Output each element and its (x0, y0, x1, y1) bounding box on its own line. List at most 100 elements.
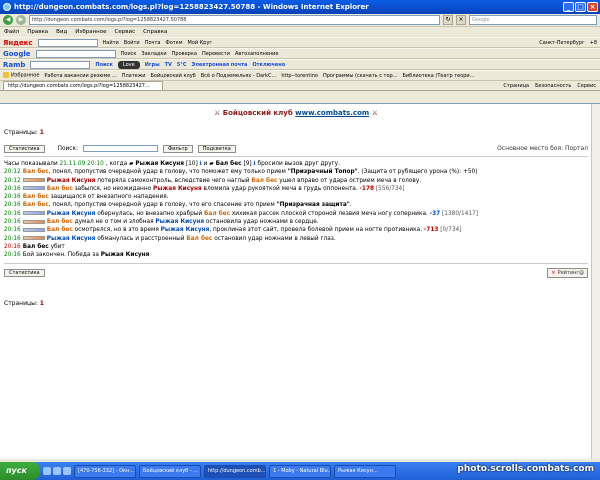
task-window-3[interactable]: http://dungeon.comb... (204, 464, 266, 478)
statistics-button[interactable]: Статистика (4, 144, 45, 153)
rambler-search-input[interactable] (30, 60, 91, 69)
log-line: 20:16 Бал бес, понял, пропустив очередной… (4, 202, 352, 209)
rambler-logo: Ramb (3, 60, 26, 69)
google-search-button[interactable]: Поиск (121, 51, 137, 57)
log-line: 20:16 Бал бес думал не о том и злобная Ры… (4, 219, 319, 226)
media-icon[interactable] (63, 467, 71, 475)
rambler-weather[interactable]: 5°C (177, 62, 187, 68)
menu-tools[interactable]: Сервис (115, 29, 136, 35)
address-toolbar: ◀ ▶ http://dungeon.combats.com/logs.pl?l… (0, 14, 600, 27)
tools-menu[interactable]: Сервис (577, 83, 596, 89)
log-line: 20:16 Рыжая Кисуня обманулась и расстроен… (4, 235, 336, 242)
hit-bar (22, 227, 45, 232)
yandex-login[interactable]: Войти (124, 40, 140, 46)
google-autofill[interactable]: Автозаполнение (235, 51, 279, 57)
swords-icon: ⚔ (214, 109, 221, 117)
rambler-email[interactable]: Электронная почта (192, 62, 248, 68)
refresh-icon[interactable]: ↻ (443, 15, 453, 25)
yandex-my-circle[interactable]: Мой Круг (188, 40, 213, 46)
menu-favorites[interactable]: Избранное (75, 29, 106, 35)
google-toolbar: Google Поиск Закладки Проверка Перевести… (0, 48, 600, 59)
google-translate[interactable]: Перевести (202, 51, 230, 57)
statistics-button-bottom[interactable]: Статистика (4, 268, 45, 277)
fav-link-programs[interactable]: Программы (скачать с тор... (323, 73, 397, 79)
window-title: http://dungeon.combats.com/logs.pl?log=1… (14, 3, 369, 11)
tab-current[interactable]: http://dungeon.combats.com/logs.pl?log=1… (3, 81, 163, 90)
hit-bar (22, 178, 45, 183)
security-menu[interactable]: Безопасность (535, 83, 571, 89)
google-logo: Google (3, 49, 31, 58)
minimize-button[interactable]: _ (563, 2, 574, 12)
menu-view[interactable]: Вид (56, 29, 67, 35)
address-input[interactable]: http://dungeon.combats.com/logs.pl?log=1… (29, 15, 440, 25)
menu-edit[interactable]: Правка (27, 29, 48, 35)
site-link[interactable]: www.combats.com (295, 109, 369, 117)
google-search-input[interactable] (35, 49, 116, 58)
rambler-toolbar: Ramb Поиск Love Игры TV 5°C Электронная … (0, 59, 600, 70)
desktop-icon[interactable] (43, 467, 51, 475)
fav-link-combats[interactable]: Бойцовский клуб (150, 73, 195, 79)
task-window-4[interactable]: 1 - Moby - Natural Blu... (269, 464, 331, 478)
task-window-5[interactable]: Рыжая Кисун... (334, 464, 396, 478)
tabs-bar: http://dungeon.combats.com/logs.pl?log=1… (0, 81, 600, 91)
rating-badge[interactable]: ✕ Рейтинг@ (547, 267, 588, 278)
yandex-city[interactable]: Санкт-Петербург (539, 40, 584, 46)
page-menu[interactable]: Страница (503, 83, 529, 89)
log-line: 20:16 Бал бес защищался от внезапного нап… (4, 194, 169, 201)
task-window-2[interactable]: Бойцовский клуб - ... (139, 464, 201, 478)
task-window-1[interactable]: [470-756-332] - Окн... (74, 464, 136, 478)
info-icon[interactable]: ℹ (200, 161, 202, 167)
rambler-tv[interactable]: TV (165, 62, 172, 68)
fav-link-dungeons[interactable]: Всё о Подземельях - DarkC... (201, 73, 277, 79)
winner[interactable]: Рыжая Кисуня (101, 252, 150, 258)
rambler-disabled[interactable]: Отключено (252, 62, 285, 68)
player-badge-icon: ▰ (209, 161, 214, 167)
menu-help[interactable]: Справка (143, 29, 167, 35)
hit-bar (22, 219, 45, 224)
quick-launch (43, 467, 71, 475)
rambler-love[interactable]: Love (117, 60, 140, 69)
google-check[interactable]: Проверка (172, 51, 197, 57)
yandex-find-button[interactable]: Найти (103, 40, 119, 46)
rambler-search[interactable]: Поиск (95, 62, 112, 68)
info-icon[interactable]: ℹ (254, 161, 256, 167)
highlight-button[interactable]: Подсветка (197, 144, 236, 153)
fav-link-jobs[interactable]: Работа вакансии резюме ... (44, 73, 116, 79)
window-titlebar: http://dungeon.combats.com/logs.pl?log=1… (0, 0, 600, 14)
fav-link-payments[interactable]: Платежи (122, 73, 146, 79)
rating-icon: ✕ (551, 269, 556, 276)
player-1[interactable]: Рыжая Кисуня (135, 161, 184, 167)
ie-quick-icon[interactable] (53, 467, 61, 475)
back-icon[interactable]: ◀ (3, 15, 13, 25)
page-title: ⚔ Бойцовский клуб www.combats.com ⚔ (214, 109, 378, 117)
start-button[interactable]: пуск (0, 462, 40, 480)
fav-link-torentino[interactable]: http--torentino (281, 73, 318, 79)
filter-row: Статистика Поиск: Фильтр Подсветка Основ… (4, 144, 588, 153)
yandex-search-input[interactable] (37, 38, 98, 47)
search-input[interactable]: Google (469, 15, 597, 25)
page-link-1-bottom[interactable]: 1 (40, 300, 44, 307)
search-label: Поиск: (57, 145, 78, 152)
log-line: 20:16 Бал бес забылся, но неожиданно Рыжа… (4, 185, 405, 192)
filter-button[interactable]: Фильтр (162, 144, 193, 153)
yandex-photos[interactable]: Фоткм (165, 40, 182, 46)
favorites-button[interactable]: Избранное (3, 72, 39, 79)
log-search-input[interactable] (82, 145, 158, 152)
close-button[interactable]: × (587, 2, 598, 12)
log-end: 20:16 Бой закончен. Победа за Рыжая Кисун… (4, 252, 150, 259)
forward-icon[interactable]: ▶ (16, 15, 26, 25)
divider (4, 156, 588, 157)
page-link-1[interactable]: 1 (40, 129, 44, 136)
player-2[interactable]: Бал бес (216, 161, 242, 167)
google-bookmarks[interactable]: Закладки (141, 51, 166, 57)
yandex-logo[interactable]: Яндекс (3, 39, 33, 47)
fav-link-library[interactable]: Библиотека (Театр теори... (402, 73, 474, 79)
yandex-mail[interactable]: Почта (145, 40, 161, 46)
maximize-button[interactable]: □ (575, 2, 586, 12)
rambler-games[interactable]: Игры (145, 62, 160, 68)
vertical-scrollbar[interactable] (591, 104, 600, 459)
stop-icon[interactable]: × (456, 15, 466, 25)
battle-location: Основное место боя: Портал (497, 145, 588, 152)
pagination-bottom: Страницы: 1 (4, 299, 44, 307)
menu-file[interactable]: Файл (4, 29, 19, 35)
